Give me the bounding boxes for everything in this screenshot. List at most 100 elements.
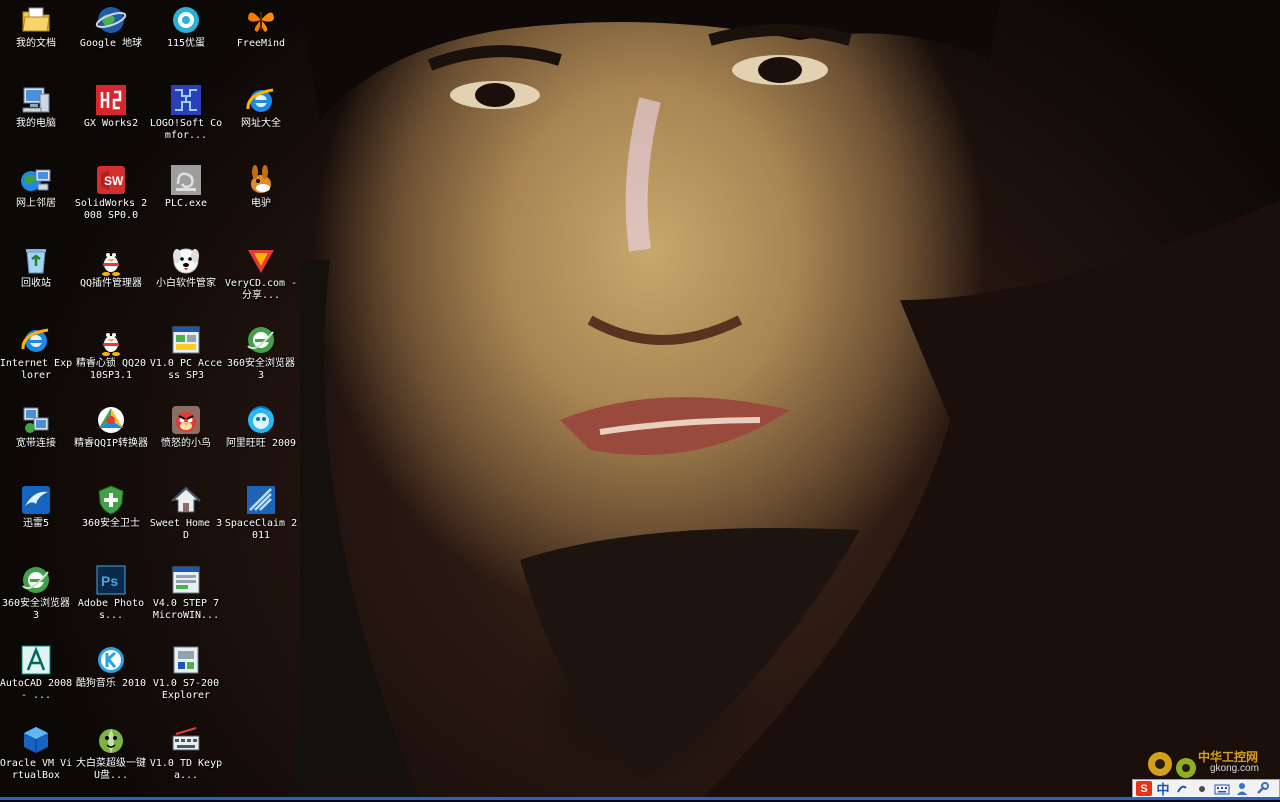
desktop-icon-label: V4.0 STEP 7 MicroWIN... (152, 598, 220, 621)
icon-spaceclaim[interactable]: SpaceClaim 2011 (223, 482, 299, 562)
ime-fullwidth-icon[interactable] (1194, 781, 1210, 796)
icon-google-earth[interactable]: Google 地球 (73, 2, 149, 82)
ie-icon (245, 84, 277, 116)
icon-pc-access[interactable]: V1.0 PC Access SP3 (148, 322, 224, 402)
icon-my-computer[interactable]: 我的电脑 (0, 82, 74, 162)
icon-logo-soft[interactable]: LOGO!Soft Comfor... (148, 82, 224, 162)
360-browser-icon (245, 324, 277, 356)
desktop-icon-label: 精睿心锁 QQ2010SP3.1 (75, 358, 147, 381)
icon-sweet-home[interactable]: Sweet Home 3D (148, 482, 224, 562)
icon-s7-explorer[interactable]: V1.0 S7-200 Explorer (148, 642, 224, 722)
spaceclaim-icon (245, 484, 277, 516)
icon-angry-birds[interactable]: 愤怒的小鸟 (148, 402, 224, 482)
desktop-icon-label: 360安全浏览器 3 (226, 358, 296, 381)
icon-360-safe[interactable]: 360安全卫士 (73, 482, 149, 562)
desktop-icon-label: 小白软件管家 (156, 278, 216, 289)
ime-toolbar: S 中 (1132, 779, 1280, 798)
icon-360-browser-a[interactable]: 360安全浏览器 3 (223, 322, 299, 402)
desktop-icon-label: 360安全卫士 (81, 518, 141, 529)
colorful-triangle-icon (95, 404, 127, 436)
desktop-icon-label: SolidWorks 2008 SP0.0 (74, 198, 148, 221)
desktop-icon-label: 电驴 (251, 198, 271, 209)
icon-td-keypad[interactable]: V1.0 TD Keypa... (148, 722, 224, 802)
icon-gx-works2[interactable]: GX Works2 (73, 82, 149, 162)
sweet-home-icon (170, 484, 202, 516)
logo-soft-icon (170, 84, 202, 116)
icon-360-browser-b[interactable]: 360安全浏览器 3 (0, 562, 74, 642)
desktop-icon-label: Google 地球 (79, 38, 143, 49)
qq-penguin-icon (95, 324, 127, 356)
svg-text:Ps: Ps (101, 573, 118, 589)
desktop-icon-label: LOGO!Soft Comfor... (149, 118, 223, 141)
cabbage-icon (95, 724, 127, 756)
ime-punctuation-icon[interactable] (1174, 781, 1190, 796)
ime-language-toggle[interactable]: 中 (1156, 781, 1170, 798)
thunder-icon (20, 484, 52, 516)
icon-plc-exe[interactable]: PLC.exe (148, 162, 224, 242)
folder-documents-icon (20, 4, 52, 36)
desktop-icon-label: Sweet Home 3D (149, 518, 223, 541)
icon-qqip-converter[interactable]: 精睿QQIP转换器 (73, 402, 149, 482)
desktop-icon-label: 回收站 (21, 278, 51, 289)
verycd-icon (245, 244, 277, 276)
desktop-icon-label: 我的电脑 (16, 118, 56, 129)
solidworks-icon: SW (95, 164, 127, 196)
user-icon[interactable] (1234, 781, 1250, 796)
keypad-icon (170, 724, 202, 756)
115-youdan-icon (170, 4, 202, 36)
icon-dabaicai[interactable]: 大白菜超级一键U盘... (73, 722, 149, 802)
watermark-url: gkong.com (1210, 763, 1259, 774)
icon-edonkey[interactable]: 电驴 (223, 162, 299, 242)
desktop-icon-label: 宽带连接 (16, 438, 56, 449)
icon-internet-explorer[interactable]: Internet Explorer (0, 322, 74, 402)
keyboard-icon[interactable] (1214, 781, 1230, 796)
shield-icon (95, 484, 127, 516)
icon-115-youdan[interactable]: 115优蛋 (148, 2, 224, 82)
icon-qq2010[interactable]: 精睿心锁 QQ2010SP3.1 (73, 322, 149, 402)
aliwangwang-icon (245, 404, 277, 436)
icon-photoshop[interactable]: Ps Adobe Photos... (73, 562, 149, 642)
autocad-icon (20, 644, 52, 676)
icon-url-directory[interactable]: 网址大全 (223, 82, 299, 162)
desktop-icon-label: AutoCAD 2008 - ... (0, 678, 73, 701)
gkong-watermark: 中华工控网 gkong.com (1140, 740, 1280, 780)
icon-autocad[interactable]: AutoCAD 2008 - ... (0, 642, 74, 722)
icon-virtualbox[interactable]: Oracle VM VirtualBox (0, 722, 74, 802)
icon-my-documents[interactable]: 我的文档 (0, 2, 74, 82)
icon-network-places[interactable]: 网上邻居 (0, 162, 74, 242)
sogou-ime-icon[interactable]: S (1136, 781, 1152, 796)
icon-solidworks[interactable]: SW SolidWorks 2008 SP0.0 (73, 162, 149, 242)
360-browser-icon (20, 564, 52, 596)
desktop-icon-label: Adobe Photos... (77, 598, 145, 621)
wrench-icon[interactable] (1254, 781, 1270, 796)
microwin-icon (170, 564, 202, 596)
desktop-icon-label: V1.0 PC Access SP3 (149, 358, 223, 381)
desktop-icon-label: 精睿QQIP转换器 (73, 438, 149, 449)
desktop-icon-label: Oracle VM VirtualBox (0, 758, 73, 781)
desktop-icon-label: 我的文档 (16, 38, 56, 49)
angry-bird-icon (170, 404, 202, 436)
desktop-icon-label: V1.0 S7-200 Explorer (152, 678, 220, 701)
icon-verycd[interactable]: VeryCD.com - 分享... (223, 242, 299, 322)
desktop-icon-label: V1.0 TD Keypa... (149, 758, 223, 781)
broadband-icon (20, 404, 52, 436)
icon-kugou[interactable]: 酷狗音乐 2010 (73, 642, 149, 722)
desktop-icon-label: SpaceClaim 2011 (224, 518, 298, 541)
desktop-icon-label: 愤怒的小鸟 (161, 438, 211, 449)
desktop-icon-label: 网上邻居 (16, 198, 56, 209)
icon-xiaobai-manager[interactable]: 小白软件管家 (148, 242, 224, 322)
icon-freemind[interactable]: FreeMind (223, 2, 299, 82)
icon-recycle-bin[interactable]: 回收站 (0, 242, 74, 322)
desktop-icon-label: FreeMind (236, 38, 286, 49)
icon-xunlei[interactable]: 迅雷5 (0, 482, 74, 562)
icon-aliwangwang[interactable]: 阿里旺旺 2009 (223, 402, 299, 482)
photoshop-icon: Ps (95, 564, 127, 596)
qq-penguin-icon (95, 244, 127, 276)
icon-broadband[interactable]: 宽带连接 (0, 402, 74, 482)
s7-explorer-icon (170, 644, 202, 676)
icon-qq-plugin-manager[interactable]: QQ插件管理器 (73, 242, 149, 322)
desktop-icon-label: PLC.exe (164, 198, 208, 209)
recycle-bin-icon (20, 244, 52, 276)
icon-step7-microwin[interactable]: V4.0 STEP 7 MicroWIN... (148, 562, 224, 642)
desktop-icon-label: 阿里旺旺 2009 (225, 438, 297, 449)
